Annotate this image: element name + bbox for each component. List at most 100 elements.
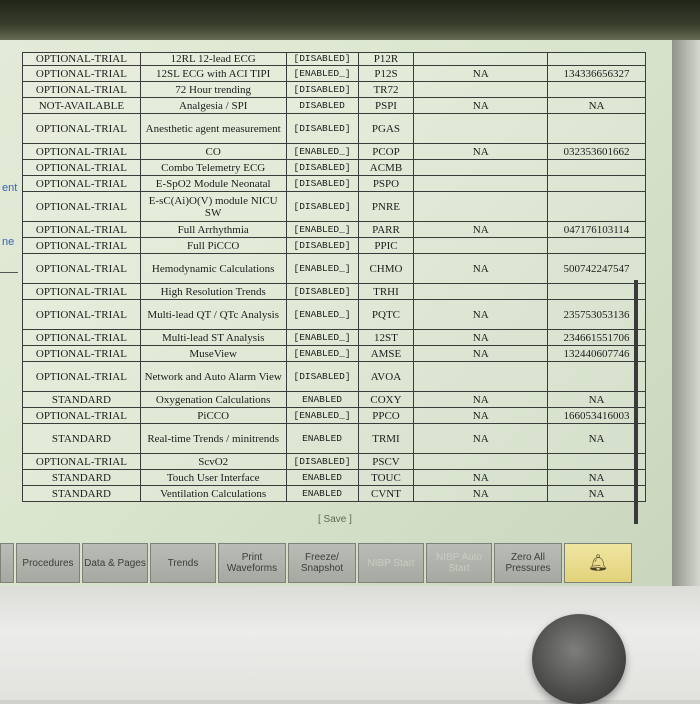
serial-cell [547, 453, 646, 470]
option-name-cell: E-sC(Ai)O(V) module NICU SW [140, 191, 287, 222]
key-cell: NA [413, 485, 548, 502]
table-row[interactable]: OPTIONAL-TRIAL MuseView [ENABLED_] AMSE NA 13… [22, 345, 646, 362]
status-cell: [DISABLED] [286, 52, 358, 66]
table-row[interactable]: OPTIONAL-TRIAL Combo Telemetry ECG [DISABL… [22, 159, 646, 176]
table-row[interactable]: NOT-AVAILABLE Analgesia / SPI DISABLED PSPI… [22, 97, 646, 114]
code-cell: CVNT [358, 485, 414, 502]
availability-cell: OPTIONAL-TRIAL [22, 221, 141, 238]
option-name-cell: Touch User Interface [140, 469, 287, 486]
table-row[interactable]: OPTIONAL-TRIAL E-sC(Ai)O(V) module NICU S… [22, 191, 646, 222]
status-cell: [DISABLED] [286, 175, 358, 192]
table-row[interactable]: OPTIONAL-TRIAL 72 Hour trending [DISABLED]… [22, 81, 646, 98]
code-cell: PSPI [358, 97, 414, 114]
option-name-cell: Real-time Trends / minitrends [140, 423, 287, 454]
availability-cell: OPTIONAL-TRIAL [22, 407, 141, 424]
table-row[interactable]: OPTIONAL-TRIAL CO [ENABLED_] PCOP NA 03235360… [22, 143, 646, 160]
availability-cell: OPTIONAL-TRIAL [22, 453, 141, 470]
table-row[interactable]: OPTIONAL-TRIAL 12SL ECG with ACI TIPI [ENA… [22, 65, 646, 82]
key-cell: NA [413, 253, 548, 284]
code-cell: PNRE [358, 191, 414, 222]
serial-cell [547, 191, 646, 222]
table-row[interactable]: OPTIONAL-TRIAL Full PiCCO [DISABLED] PPIC [22, 237, 646, 254]
serial-cell [547, 283, 646, 300]
softkey-procedures[interactable]: Procedures [16, 543, 80, 583]
trim-knob[interactable] [532, 614, 626, 704]
serial-cell [547, 237, 646, 254]
status-cell: [DISABLED] [286, 283, 358, 300]
option-name-cell: 12RL 12-lead ECG [140, 52, 287, 66]
status-cell: [DISABLED] [286, 237, 358, 254]
table-row[interactable]: OPTIONAL-TRIAL Network and Auto Alarm Vie… [22, 361, 646, 392]
table-row[interactable]: STANDARD Real-time Trends / minitrends ENA… [22, 423, 646, 454]
code-cell: PGAS [358, 113, 414, 144]
code-cell: PSPO [358, 175, 414, 192]
serial-cell [547, 159, 646, 176]
code-cell: CHMO [358, 253, 414, 284]
option-name-cell: Hemodynamic Calculations [140, 253, 287, 284]
softkey-nibp-auto-start[interactable]: NIBP Auto Start [426, 543, 492, 583]
serial-cell: NA [547, 485, 646, 502]
status-cell: [DISABLED] [286, 453, 358, 470]
softkey-nibp-start[interactable]: NIBP Start [358, 543, 424, 583]
status-cell: ENABLED [286, 391, 358, 408]
status-cell: [DISABLED] [286, 113, 358, 144]
softkey-freeze-snapshot[interactable]: Freeze/ Snapshot [288, 543, 356, 583]
softkey-data-pages[interactable]: Data & Pages [82, 543, 148, 583]
status-cell: [DISABLED] [286, 191, 358, 222]
softkey-label: Print Waveforms [226, 552, 278, 574]
availability-cell: OPTIONAL-TRIAL [22, 191, 141, 222]
code-cell: COXY [358, 391, 414, 408]
option-name-cell: Multi-lead QT / QTc Analysis [140, 299, 287, 330]
table-row[interactable]: OPTIONAL-TRIAL Anesthetic agent measureme… [22, 113, 646, 144]
table-row[interactable]: STANDARD Ventilation Calculations ENABLED C… [22, 485, 646, 502]
code-cell: PSCV [358, 453, 414, 470]
option-name-cell: Analgesia / SPI [140, 97, 287, 114]
option-name-cell: Full PiCCO [140, 237, 287, 254]
table-row[interactable]: OPTIONAL-TRIAL High Resolution Trends [DIS… [22, 283, 646, 300]
sidebar-text-ent: ent [2, 182, 18, 194]
software-options-table: OPTIONAL-TRIAL 12RL 12-lead ECG [DISABLED]… [22, 52, 646, 510]
serial-cell: 032353601662 [547, 143, 646, 160]
status-cell: [ENABLED_] [286, 407, 358, 424]
table-row[interactable]: OPTIONAL-TRIAL E-SpO2 Module Neonatal [DIS… [22, 175, 646, 192]
option-name-cell: Anesthetic agent measurement [140, 113, 287, 144]
softkey-trends[interactable]: Trends [150, 543, 216, 583]
option-name-cell: Combo Telemetry ECG [140, 159, 287, 176]
availability-cell: OPTIONAL-TRIAL [22, 81, 141, 98]
key-cell: NA [413, 65, 548, 82]
availability-cell: OPTIONAL-TRIAL [22, 113, 141, 144]
alarm-bell-icon: 🔔︎ [587, 554, 609, 572]
serial-cell: 166053416003 [547, 407, 646, 424]
key-cell: NA [413, 221, 548, 238]
softkey-label: Freeze/ Snapshot [300, 552, 344, 574]
table-row[interactable]: OPTIONAL-TRIAL ScvO2 [DISABLED] PSCV [22, 453, 646, 470]
softkey-label: Procedures [22, 557, 74, 569]
table-row[interactable]: OPTIONAL-TRIAL Hemodynamic Calculations [E… [22, 253, 646, 284]
availability-cell: OPTIONAL-TRIAL [22, 143, 141, 160]
key-cell: NA [413, 423, 548, 454]
code-cell: PCOP [358, 143, 414, 160]
availability-cell: OPTIONAL-TRIAL [22, 159, 141, 176]
softkey-print-waveforms[interactable]: Print Waveforms [218, 543, 286, 583]
alarm-softkey[interactable]: 🔔︎ [564, 543, 632, 583]
table-row[interactable]: OPTIONAL-TRIAL Multi-lead QT / QTc Analys… [22, 299, 646, 330]
option-name-cell: PiCCO [140, 407, 287, 424]
sidebar-text-ne: ne [2, 236, 15, 248]
status-cell: [ENABLED_] [286, 221, 358, 238]
option-name-cell: High Resolution Trends [140, 283, 287, 300]
save-button[interactable]: [ Save ] [318, 514, 352, 525]
code-cell: TR72 [358, 81, 414, 98]
softkey-zero-all-pressures[interactable]: Zero All Pressures [494, 543, 562, 583]
table-row[interactable]: STANDARD Oxygenation Calculations ENABLED C… [22, 391, 646, 408]
table-row[interactable]: OPTIONAL-TRIAL Full Arrhythmia [ENABLED_] P… [22, 221, 646, 238]
code-cell: P12S [358, 65, 414, 82]
availability-cell: OPTIONAL-TRIAL [22, 237, 141, 254]
table-row[interactable]: STANDARD Touch User Interface ENABLED TOUC N… [22, 469, 646, 486]
table-row[interactable]: OPTIONAL-TRIAL Multi-lead ST Analysis [ENA… [22, 329, 646, 346]
table-scrollbar[interactable] [634, 280, 638, 524]
table-row[interactable]: OPTIONAL-TRIAL PiCCO [ENABLED_] PPCO NA 16605… [22, 407, 646, 424]
status-cell: ENABLED [286, 485, 358, 502]
table-row[interactable]: OPTIONAL-TRIAL 12RL 12-lead ECG [DISABLED]… [22, 52, 646, 66]
status-cell: [ENABLED_] [286, 299, 358, 330]
code-cell: TOUC [358, 469, 414, 486]
